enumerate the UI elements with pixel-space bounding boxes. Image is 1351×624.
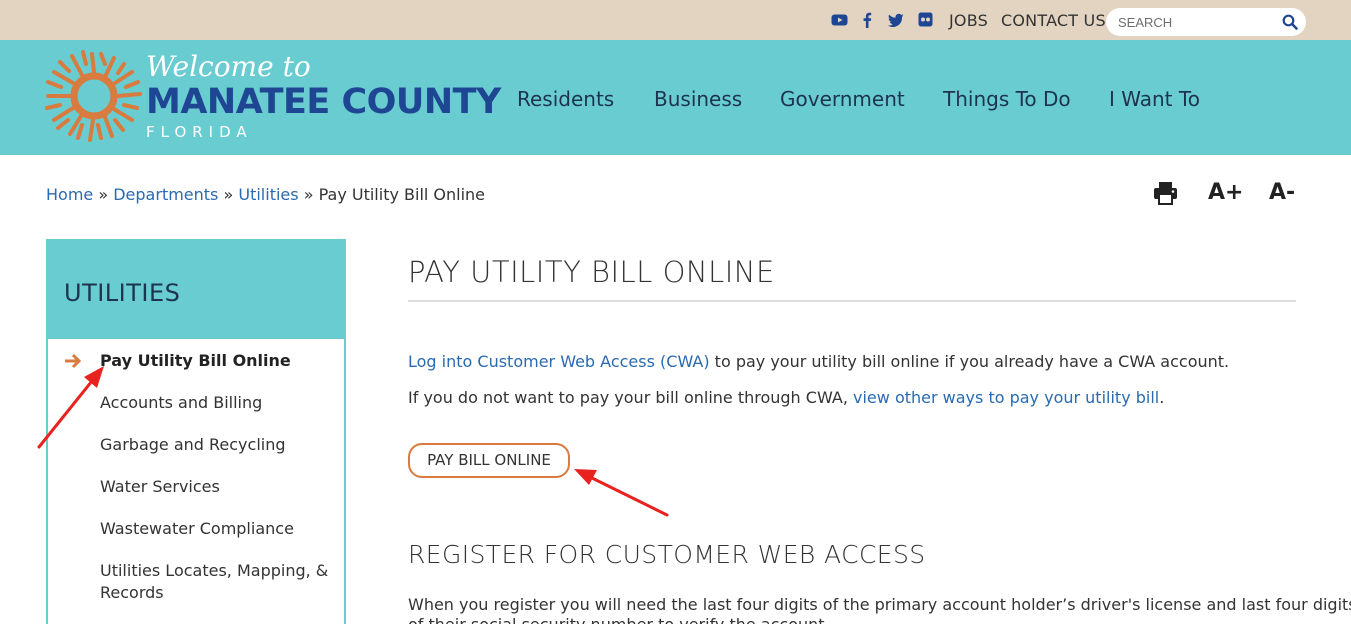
other-ways-text: If you do not want to pay your bill onli… <box>408 388 854 407</box>
site-header: Welcome to MANATEE COUNTY FLORIDA Reside… <box>0 40 1351 155</box>
contact-us-link[interactable]: CONTACT US <box>1001 11 1106 30</box>
logo-welcome-text: Welcome to <box>146 50 311 83</box>
other-ways-link[interactable]: view other ways to pay your utility bill <box>853 388 1159 407</box>
increase-text-button[interactable]: A+ <box>1208 180 1243 205</box>
logo-state-text: FLORIDA <box>146 123 253 141</box>
breadcrumb-current: Pay Utility Bill Online <box>318 185 486 204</box>
sidebar-title: UTILITIES <box>64 279 181 307</box>
flickr-icon[interactable] <box>918 12 933 27</box>
other-ways-period: . <box>1159 388 1165 407</box>
logo-county-name[interactable]: MANATEE COUNTY <box>146 82 501 122</box>
jobs-link[interactable]: JOBS <box>949 11 988 30</box>
breadcrumb-departments[interactable]: Departments <box>113 185 218 204</box>
sidebar-item-wastewater-compliance[interactable]: Wastewater Compliance <box>100 519 294 538</box>
nav-business[interactable]: Business <box>654 87 742 111</box>
youtube-icon[interactable] <box>831 12 848 28</box>
title-divider <box>408 300 1296 302</box>
register-paragraph: When you register you will need the last… <box>408 595 1351 614</box>
sidebar-item-accounts-billing[interactable]: Accounts and Billing <box>100 393 262 412</box>
print-icon[interactable] <box>1153 181 1178 205</box>
register-section-title: REGISTER FOR CUSTOMER WEB ACCESS <box>408 540 926 569</box>
breadcrumb-utilities[interactable]: Utilities <box>238 185 298 204</box>
top-utility-bar: JOBS CONTACT US <box>0 0 1351 40</box>
search-box <box>1106 8 1306 36</box>
nav-government[interactable]: Government <box>780 87 905 111</box>
sidebar-nav: UTILITIES Pay Utility Bill Online Accoun… <box>46 239 346 624</box>
sidebar-item-utilities-locates-line2[interactable]: Records <box>100 583 164 602</box>
cwa-paragraph: Log into Customer Web Access (CWA) to pa… <box>408 352 1229 371</box>
search-icon[interactable] <box>1282 14 1298 30</box>
sidebar-item-pay-utility-bill[interactable]: Pay Utility Bill Online <box>100 351 291 370</box>
breadcrumb-separator: » <box>223 185 234 204</box>
cwa-paragraph-text: to pay your utility bill online if you a… <box>709 352 1230 371</box>
sidebar-item-utilities-locates[interactable]: Utilities Locates, Mapping, & <box>100 561 328 580</box>
nav-i-want-to[interactable]: I Want To <box>1109 87 1200 111</box>
facebook-icon[interactable] <box>862 12 872 28</box>
cwa-login-link[interactable]: Log into Customer Web Access (CWA) <box>408 352 710 371</box>
other-ways-paragraph: If you do not want to pay your bill onli… <box>408 388 1164 407</box>
sidebar-header: UTILITIES <box>48 241 344 339</box>
sidebar-item-water-services[interactable]: Water Services <box>100 477 220 496</box>
breadcrumb-separator: » <box>303 185 314 204</box>
breadcrumb: Home » Departments » Utilities » Pay Uti… <box>46 185 485 204</box>
sidebar-item-garbage-recycling[interactable]: Garbage and Recycling <box>100 435 286 454</box>
decrease-text-button[interactable]: A- <box>1269 180 1295 205</box>
arrow-right-icon <box>65 353 82 369</box>
sun-logo-icon[interactable] <box>44 50 144 142</box>
nav-things-to-do[interactable]: Things To Do <box>943 87 1071 111</box>
twitter-icon[interactable] <box>888 12 904 28</box>
breadcrumb-home[interactable]: Home <box>46 185 93 204</box>
breadcrumb-separator: » <box>98 185 109 204</box>
page-title: PAY UTILITY BILL ONLINE <box>408 255 775 289</box>
pay-bill-online-button[interactable]: PAY BILL ONLINE <box>408 443 570 478</box>
register-paragraph-line2: of their social security number to verif… <box>408 615 830 624</box>
annotation-arrow-button <box>574 469 669 517</box>
nav-residents[interactable]: Residents <box>517 87 614 111</box>
search-input[interactable] <box>1118 14 1278 31</box>
